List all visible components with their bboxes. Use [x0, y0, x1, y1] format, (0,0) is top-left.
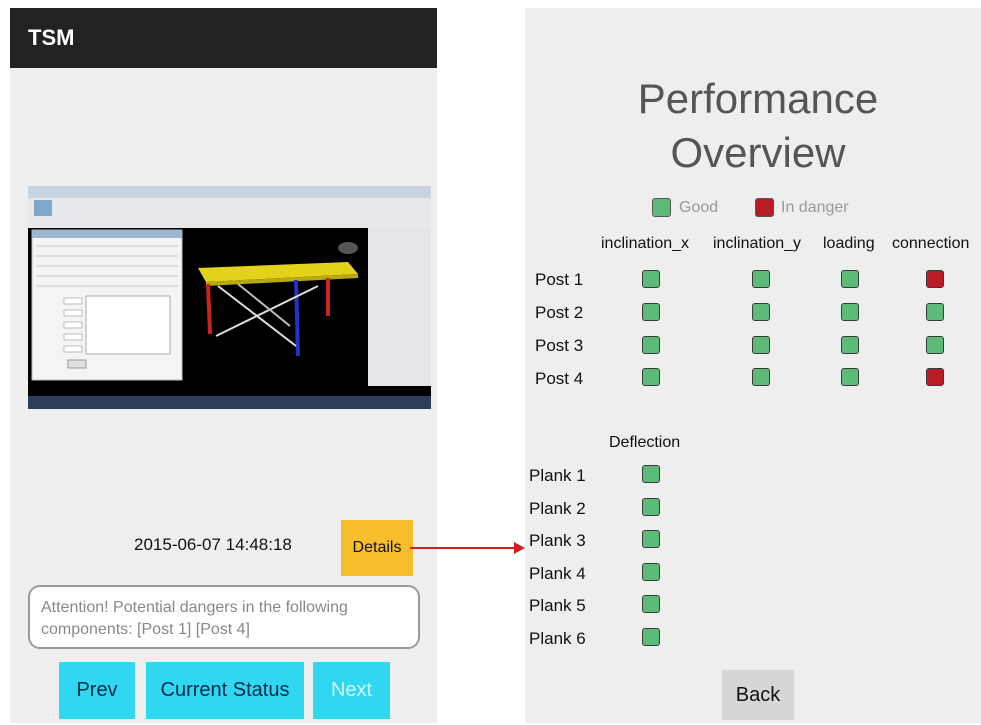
status-good-indicator [926, 336, 944, 354]
legend-good-swatch [652, 198, 671, 217]
status-good-indicator [642, 595, 660, 613]
scaffold-model-image [28, 186, 431, 409]
column-header-inclination-x: inclination_x [601, 235, 690, 252]
right-phone-screen: Performance Overview Good In danger incl… [525, 8, 981, 723]
status-danger-indicator [926, 368, 944, 386]
status-good-indicator [642, 336, 660, 354]
app-title: TSM [28, 25, 75, 50]
plank-row-label: Plank 1 [529, 466, 586, 485]
details-button[interactable]: Details [341, 520, 413, 576]
status-good-indicator [752, 336, 770, 354]
post-row-label: Post 4 [535, 369, 584, 388]
prev-button[interactable]: Prev [59, 662, 135, 719]
status-good-indicator [642, 270, 660, 288]
status-good-indicator [841, 303, 859, 321]
current-status-button[interactable]: Current Status [146, 662, 304, 719]
plank-row-label: Plank 4 [529, 564, 586, 583]
status-danger-indicator [926, 270, 944, 288]
legend-good-label: Good [679, 199, 719, 216]
scaffold-model-screenshot [28, 186, 431, 409]
status-good-indicator [642, 303, 660, 321]
page-title: Performance Overview [525, 72, 981, 180]
status-good-indicator [841, 336, 859, 354]
status-good-indicator [841, 270, 859, 288]
status-good-indicator [752, 270, 770, 288]
column-header-loading: loading [823, 235, 875, 252]
status-good-indicator [642, 530, 660, 548]
left-phone-screen: TSM 2015-06-07 14:48:18 Details Attentio… [10, 8, 437, 723]
status-good-indicator [926, 303, 944, 321]
title-line-2: Overview [670, 129, 846, 176]
next-button[interactable]: Next [313, 662, 390, 719]
timestamp: 2015-06-07 14:48:18 [134, 535, 292, 554]
status-good-indicator [642, 628, 660, 646]
post-row-label: Post 1 [535, 270, 584, 289]
status-good-indicator [752, 303, 770, 321]
back-button[interactable]: Back [722, 670, 794, 720]
plank-row-label: Plank 2 [529, 499, 586, 518]
plank-row-label: Plank 6 [529, 629, 586, 648]
legend-danger-swatch [755, 198, 774, 217]
status-good-indicator [752, 368, 770, 386]
title-line-1: Performance [637, 75, 879, 122]
status-good-indicator [642, 563, 660, 581]
column-header-connection: connection [892, 235, 970, 252]
plank-row-label: Plank 3 [529, 531, 586, 550]
column-header-deflection: Deflection [609, 434, 681, 451]
action-bar: TSM [10, 8, 437, 68]
post-row-label: Post 2 [535, 303, 584, 322]
alert-message: Attention! Potential dangers in the foll… [28, 585, 420, 649]
connector-arrow [410, 542, 525, 554]
status-good-indicator [642, 465, 660, 483]
column-header-inclination-y: inclination_y [713, 235, 802, 252]
plank-row-label: Plank 5 [529, 596, 586, 615]
status-good-indicator [841, 368, 859, 386]
post-row-label: Post 3 [535, 336, 584, 355]
status-good-indicator [642, 368, 660, 386]
legend-danger-label: In danger [781, 199, 849, 216]
status-good-indicator [642, 498, 660, 516]
